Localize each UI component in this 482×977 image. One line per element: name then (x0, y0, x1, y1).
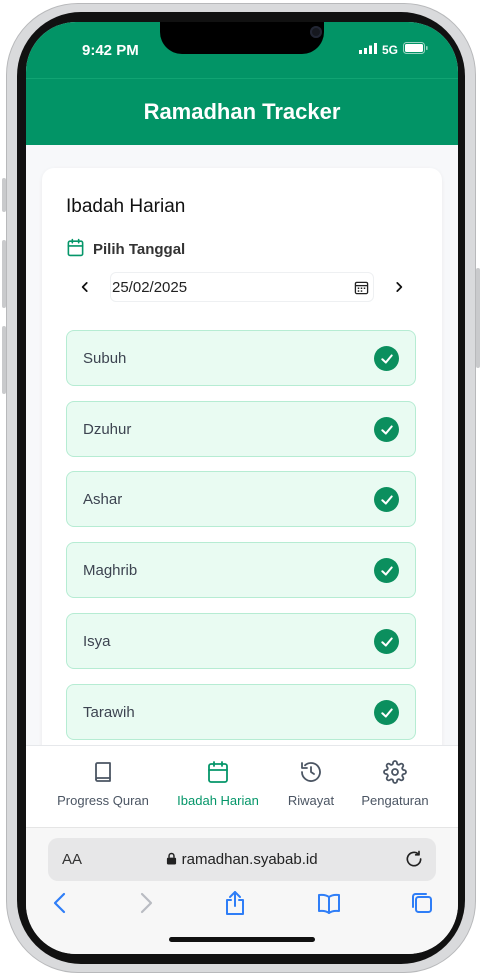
share-icon[interactable] (224, 890, 246, 921)
prayer-label: Ashar (83, 491, 123, 508)
notch (160, 22, 324, 54)
status-indicators: 5G (358, 42, 428, 57)
camera-icon (310, 26, 322, 38)
power-button (476, 268, 480, 368)
tab-label: Pengaturan (361, 793, 429, 808)
network-label: 5G (381, 42, 398, 57)
url-display[interactable]: ramadhan.syabab.id (48, 851, 436, 868)
calendar-picker-icon[interactable] (354, 280, 369, 299)
date-label-text: Pilih Tanggal (93, 241, 186, 258)
browser-toolbar: AA ramadhan.syabab.id (26, 827, 458, 954)
app-header: Ramadhan Tracker (26, 78, 458, 145)
chevron-left-icon (81, 282, 88, 292)
prayer-item-tarawih[interactable]: Tarawih (66, 684, 416, 740)
date-navigator: 25/02/2025 (66, 272, 418, 302)
lock-icon (166, 851, 181, 868)
tab-ibadah-harian[interactable]: Ibadah Harian (170, 760, 266, 808)
signal-icon (358, 42, 377, 57)
status-time: 9:42 PM (82, 42, 139, 59)
previous-day-button[interactable] (72, 274, 98, 300)
tab-pengaturan[interactable]: Pengaturan (354, 760, 436, 808)
prayer-label: Dzuhur (83, 421, 132, 438)
calendar-icon (66, 238, 85, 261)
url-text: ramadhan.syabab.id (181, 851, 318, 868)
mute-switch (2, 178, 6, 212)
tab-label: Progress Quran (57, 793, 149, 808)
bottom-tab-bar: Progress Quran Ibadah Harian Riwayat Pen… (26, 745, 458, 828)
prayer-label: Maghrib (83, 562, 138, 579)
book-icon (50, 760, 156, 788)
forward-icon[interactable] (136, 890, 156, 921)
tab-riwayat[interactable]: Riwayat (280, 760, 342, 808)
prayer-label: Tarawih (83, 704, 135, 721)
daily-worship-card: Ibadah Harian Pilih Tanggal 25/02/2025 S (42, 168, 442, 788)
tab-label: Ibadah Harian (177, 793, 259, 808)
address-bar[interactable]: AA ramadhan.syabab.id (48, 838, 436, 881)
screen: 9:42 PM 5G Ramadhan Tracker Ibadah Haria… (26, 22, 458, 954)
back-icon[interactable] (50, 890, 70, 921)
next-day-button[interactable] (386, 274, 412, 300)
reload-icon[interactable] (404, 849, 424, 874)
browser-nav-icons (26, 890, 458, 926)
section-title: Ibadah Harian (66, 196, 186, 217)
prayer-label: Subuh (83, 350, 127, 367)
date-picker-label: Pilih Tanggal (66, 238, 185, 261)
volume-up-button (2, 240, 6, 308)
check-icon[interactable] (374, 487, 399, 512)
check-icon[interactable] (374, 629, 399, 654)
chevron-right-icon (396, 282, 403, 292)
check-icon[interactable] (374, 417, 399, 442)
prayer-item-ashar[interactable]: Ashar (66, 471, 416, 527)
prayer-item-maghrib[interactable]: Maghrib (66, 542, 416, 598)
date-value: 25/02/2025 (112, 278, 188, 296)
battery-icon (403, 42, 428, 57)
volume-down-button (2, 326, 6, 394)
check-icon[interactable] (374, 558, 399, 583)
tabs-icon[interactable] (410, 890, 434, 921)
tab-progress-quran[interactable]: Progress Quran (50, 760, 156, 808)
home-indicator (169, 937, 315, 942)
prayer-item-subuh[interactable]: Subuh (66, 330, 416, 386)
tab-label: Riwayat (287, 793, 335, 808)
prayer-item-dzuhur[interactable]: Dzuhur (66, 401, 416, 457)
date-input[interactable]: 25/02/2025 (110, 272, 374, 302)
calendar-icon (170, 760, 266, 788)
prayer-item-isya[interactable]: Isya (66, 613, 416, 669)
gear-icon (354, 760, 436, 788)
check-icon[interactable] (374, 700, 399, 725)
history-icon (280, 760, 342, 788)
app-title: Ramadhan Tracker (143, 99, 341, 124)
prayer-label: Isya (83, 633, 111, 650)
bookmarks-icon[interactable] (316, 890, 342, 921)
check-icon[interactable] (374, 346, 399, 371)
